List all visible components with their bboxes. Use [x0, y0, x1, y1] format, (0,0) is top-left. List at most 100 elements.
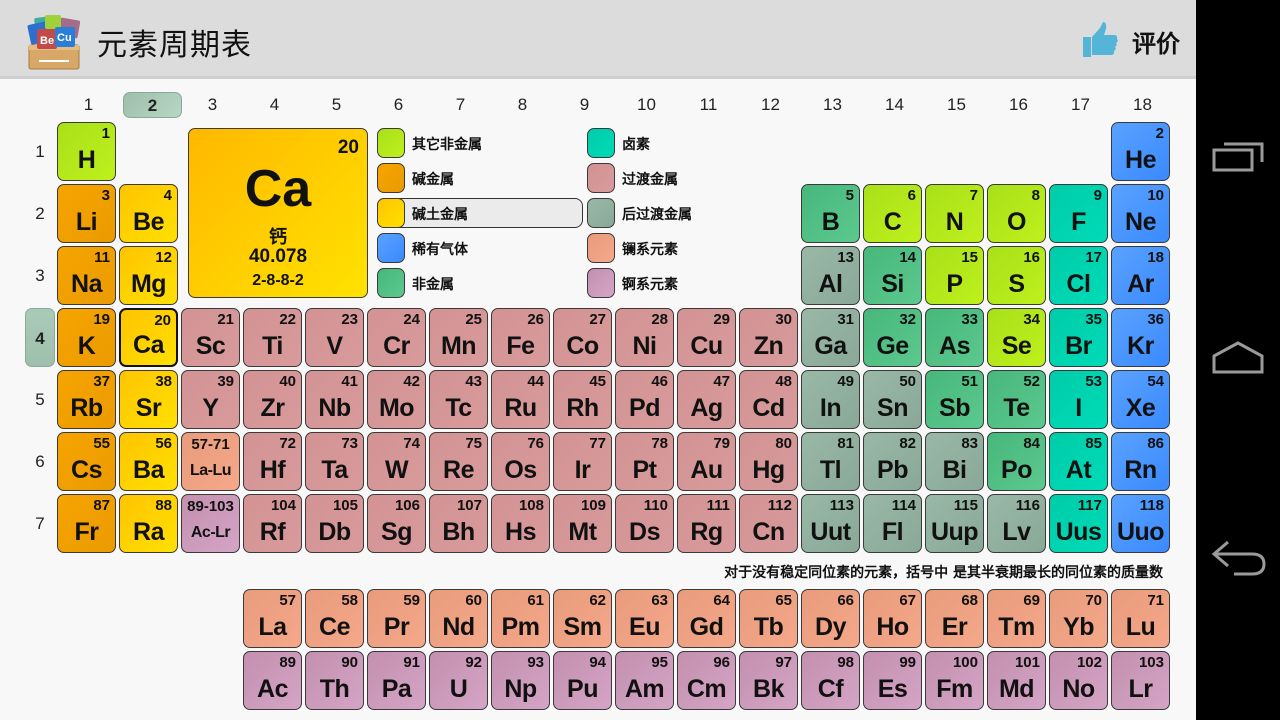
back-button[interactable]: [1206, 528, 1270, 588]
element-cell-i[interactable]: 53 I: [1049, 370, 1108, 429]
element-cell-bk[interactable]: 97 Bk: [739, 651, 798, 710]
element-cell-fr[interactable]: 87 Fr: [57, 494, 116, 553]
element-cell-ag[interactable]: 47 Ag: [677, 370, 736, 429]
element-cell-sb[interactable]: 51 Sb: [925, 370, 984, 429]
element-cell-gd[interactable]: 64 Gd: [677, 589, 736, 648]
element-cell-rf[interactable]: 104 Rf: [243, 494, 302, 553]
group-label-3[interactable]: 3: [183, 92, 242, 118]
element-cell-md[interactable]: 101 Md: [987, 651, 1046, 710]
element-cell-xe[interactable]: 54 Xe: [1111, 370, 1170, 429]
element-cell-ni[interactable]: 28 Ni: [615, 308, 674, 367]
element-cell-se[interactable]: 34 Se: [987, 308, 1046, 367]
element-cell-nb[interactable]: 41 Nb: [305, 370, 364, 429]
element-cell-np[interactable]: 93 Np: [491, 651, 550, 710]
element-cell-ds[interactable]: 110 Ds: [615, 494, 674, 553]
element-cell-cd[interactable]: 48 Cd: [739, 370, 798, 429]
element-cell-li[interactable]: 3 Li: [57, 184, 116, 243]
group-label-14[interactable]: 14: [865, 92, 924, 118]
periodic-table-box-icon[interactable]: Be Cu: [25, 9, 85, 71]
element-cell-uut[interactable]: 113 Uut: [801, 494, 860, 553]
group-label-18[interactable]: 18: [1113, 92, 1172, 118]
element-cell-mt[interactable]: 109 Mt: [553, 494, 612, 553]
group-label-4[interactable]: 4: [245, 92, 304, 118]
legend-item-transition[interactable]: 过渡金属: [587, 163, 793, 193]
element-cell-sn[interactable]: 50 Sn: [863, 370, 922, 429]
element-cell-rn[interactable]: 86 Rn: [1111, 432, 1170, 491]
element-cell-sm[interactable]: 62 Sm: [553, 589, 612, 648]
element-cell-dy[interactable]: 66 Dy: [801, 589, 860, 648]
group-label-12[interactable]: 12: [741, 92, 800, 118]
element-cell-os[interactable]: 76 Os: [491, 432, 550, 491]
period-label-4[interactable]: 4: [25, 308, 55, 367]
element-cell-at[interactable]: 85 At: [1049, 432, 1108, 491]
element-cell-rg[interactable]: 111 Rg: [677, 494, 736, 553]
element-cell-sc[interactable]: 21 Sc: [181, 308, 240, 367]
element-cell-lr[interactable]: 103 Lr: [1111, 651, 1170, 710]
element-cell-pb[interactable]: 82 Pb: [863, 432, 922, 491]
period-label-3[interactable]: 3: [25, 246, 55, 305]
group-label-15[interactable]: 15: [927, 92, 986, 118]
element-cell-ac-lr[interactable]: 89-103 Ac-Lr: [181, 494, 240, 553]
legend-item-noble[interactable]: 稀有气体: [377, 233, 583, 263]
element-cell-nd[interactable]: 60 Nd: [429, 589, 488, 648]
element-cell-k[interactable]: 19 K: [57, 308, 116, 367]
period-label-7[interactable]: 7: [25, 494, 55, 553]
element-cell-rb[interactable]: 37 Rb: [57, 370, 116, 429]
element-cell-cm[interactable]: 96 Cm: [677, 651, 736, 710]
element-cell-rh[interactable]: 45 Rh: [553, 370, 612, 429]
element-cell-er[interactable]: 68 Er: [925, 589, 984, 648]
element-cell-re[interactable]: 75 Re: [429, 432, 488, 491]
element-cell-fm[interactable]: 100 Fm: [925, 651, 984, 710]
group-label-1[interactable]: 1: [59, 92, 118, 118]
element-cell-br[interactable]: 35 Br: [1049, 308, 1108, 367]
legend-item-lanthanide[interactable]: 镧系元素: [587, 233, 793, 263]
element-cell-ne[interactable]: 10 Ne: [1111, 184, 1170, 243]
element-cell-pm[interactable]: 61 Pm: [491, 589, 550, 648]
element-cell-bi[interactable]: 83 Bi: [925, 432, 984, 491]
group-label-13[interactable]: 13: [803, 92, 862, 118]
element-cell-ru[interactable]: 44 Ru: [491, 370, 550, 429]
element-cell-c[interactable]: 6C: [863, 184, 922, 243]
group-label-10[interactable]: 10: [617, 92, 676, 118]
element-cell-uus[interactable]: 117 Uus: [1049, 494, 1108, 553]
element-cell-tm[interactable]: 69 Tm: [987, 589, 1046, 648]
element-cell-as[interactable]: 33 As: [925, 308, 984, 367]
element-cell-v[interactable]: 23 V: [305, 308, 364, 367]
element-cell-in[interactable]: 49 In: [801, 370, 860, 429]
element-cell-fl[interactable]: 114 Fl: [863, 494, 922, 553]
element-cell-tb[interactable]: 65 Tb: [739, 589, 798, 648]
element-cell-cs[interactable]: 55 Cs: [57, 432, 116, 491]
element-cell-ti[interactable]: 22 Ti: [243, 308, 302, 367]
element-cell-hs[interactable]: 108 Hs: [491, 494, 550, 553]
group-label-2[interactable]: 2: [123, 92, 182, 118]
element-cell-kr[interactable]: 36 Kr: [1111, 308, 1170, 367]
legend-item-nonmetal[interactable]: 非金属: [377, 268, 583, 298]
group-label-5[interactable]: 5: [307, 92, 366, 118]
period-label-6[interactable]: 6: [25, 432, 55, 491]
element-cell-ge[interactable]: 32 Ge: [863, 308, 922, 367]
element-cell-sg[interactable]: 106 Sg: [367, 494, 426, 553]
element-cell-pt[interactable]: 78 Pt: [615, 432, 674, 491]
element-cell-pr[interactable]: 59 Pr: [367, 589, 426, 648]
element-cell-pd[interactable]: 46 Pd: [615, 370, 674, 429]
element-cell-bh[interactable]: 107 Bh: [429, 494, 488, 553]
legend-item-actinide[interactable]: 锕系元素: [587, 268, 793, 298]
home-button[interactable]: [1206, 330, 1270, 390]
element-cell-po[interactable]: 84 Po: [987, 432, 1046, 491]
element-cell-ta[interactable]: 73 Ta: [305, 432, 364, 491]
period-label-5[interactable]: 5: [25, 370, 55, 429]
group-label-6[interactable]: 6: [369, 92, 428, 118]
element-cell-ce[interactable]: 58 Ce: [305, 589, 364, 648]
element-cell-cf[interactable]: 98 Cf: [801, 651, 860, 710]
element-cell-es[interactable]: 99 Es: [863, 651, 922, 710]
group-label-8[interactable]: 8: [493, 92, 552, 118]
element-cell-ar[interactable]: 18 Ar: [1111, 246, 1170, 305]
recent-apps-button[interactable]: [1206, 130, 1270, 190]
legend-item-alkaline[interactable]: 碱土金属: [377, 198, 583, 228]
legend-item-post-transition[interactable]: 后过渡金属: [587, 198, 793, 228]
element-cell-p[interactable]: 15 P: [925, 246, 984, 305]
element-cell-be[interactable]: 4 Be: [119, 184, 178, 243]
element-cell-na[interactable]: 11 Na: [57, 246, 116, 305]
element-cell-n[interactable]: 7N: [925, 184, 984, 243]
element-cell-cr[interactable]: 24 Cr: [367, 308, 426, 367]
